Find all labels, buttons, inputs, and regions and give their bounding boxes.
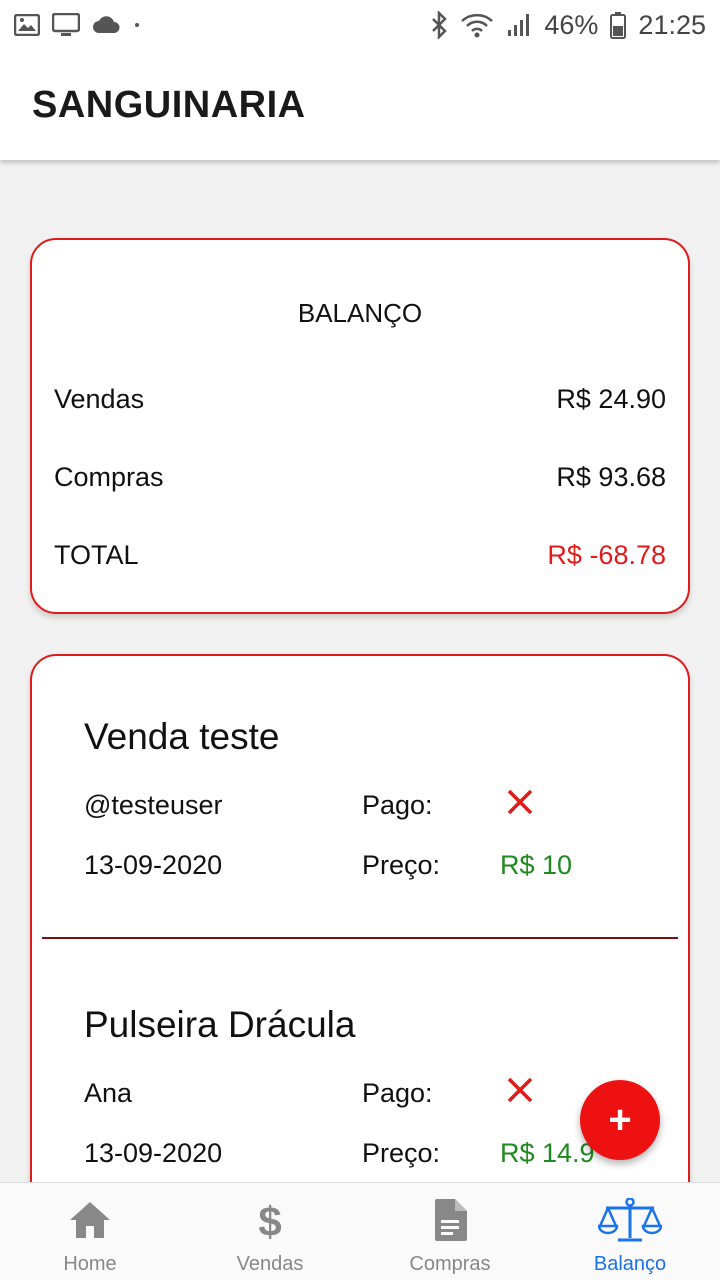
bluetooth-icon bbox=[430, 11, 448, 39]
balance-row-total: TOTAL R$ -68.78 bbox=[54, 540, 666, 571]
cloud-icon bbox=[92, 15, 120, 35]
dollar-icon: $ bbox=[255, 1197, 285, 1243]
nav-item-vendas[interactable]: $ Vendas bbox=[180, 1183, 360, 1280]
battery-icon bbox=[610, 11, 627, 39]
balance-row-compras: Compras R$ 93.68 bbox=[54, 462, 666, 493]
document-icon bbox=[432, 1197, 468, 1243]
item-user: Ana bbox=[84, 1078, 133, 1108]
home-icon bbox=[68, 1197, 112, 1243]
item-date: 13-09-2020 bbox=[84, 850, 223, 880]
nav-label: Balanço bbox=[593, 1253, 667, 1275]
nav-item-balanco[interactable]: Balanço bbox=[540, 1183, 720, 1280]
item-user: @testeuser bbox=[84, 790, 223, 820]
balance-label: TOTAL bbox=[54, 540, 139, 570]
not-paid-icon bbox=[507, 789, 533, 815]
scale-icon bbox=[598, 1197, 662, 1243]
balance-value: R$ 24.90 bbox=[556, 384, 666, 414]
clock: 21:25 bbox=[638, 9, 706, 40]
item-title: Pulseira Drácula bbox=[84, 1004, 356, 1045]
nav-item-compras[interactable]: Compras bbox=[360, 1183, 540, 1280]
price-label: Preço: bbox=[362, 850, 441, 880]
divider bbox=[42, 937, 678, 939]
wifi-icon bbox=[460, 12, 494, 38]
balance-title: BALANÇO bbox=[297, 298, 423, 328]
app-title: SANGUINARIA bbox=[32, 83, 306, 126]
signal-icon bbox=[506, 12, 532, 38]
price-label: Preço: bbox=[362, 1138, 441, 1168]
add-button[interactable]: + bbox=[580, 1080, 660, 1160]
item-price: R$ 14.9 bbox=[500, 1138, 595, 1168]
not-paid-icon bbox=[507, 1077, 533, 1103]
gallery-icon bbox=[14, 14, 40, 36]
paid-label: Pago: bbox=[362, 1078, 433, 1108]
dot-icon bbox=[132, 20, 142, 30]
balance-label: Compras bbox=[54, 462, 164, 492]
paid-label: Pago: bbox=[362, 790, 433, 820]
battery-percentage: 46% bbox=[544, 9, 599, 40]
item-title: Venda teste bbox=[84, 716, 280, 757]
app-bar: SANGUINARIA bbox=[0, 50, 720, 160]
screen-icon bbox=[52, 13, 80, 37]
balance-total-value: R$ -68.78 bbox=[547, 540, 666, 570]
svg-text:$: $ bbox=[258, 1198, 281, 1242]
bottom-navigation: Home $ Vendas Compras Balanço bbox=[0, 1182, 720, 1280]
item-price: R$ 10 bbox=[500, 850, 573, 880]
nav-item-home[interactable]: Home bbox=[0, 1183, 180, 1280]
balance-row-vendas: Vendas R$ 24.90 bbox=[54, 384, 666, 415]
nav-label: Compras bbox=[409, 1253, 491, 1275]
balance-card: BALANÇO Vendas R$ 24.90 Compras R$ 93.68… bbox=[30, 238, 690, 614]
balance-label: Vendas bbox=[54, 384, 145, 414]
item-date: 13-09-2020 bbox=[84, 1138, 223, 1168]
balance-value: R$ 93.68 bbox=[556, 462, 666, 492]
status-bar: 46% 21:25 bbox=[0, 0, 720, 50]
nav-label: Home bbox=[63, 1253, 117, 1275]
nav-label: Vendas bbox=[236, 1253, 304, 1275]
